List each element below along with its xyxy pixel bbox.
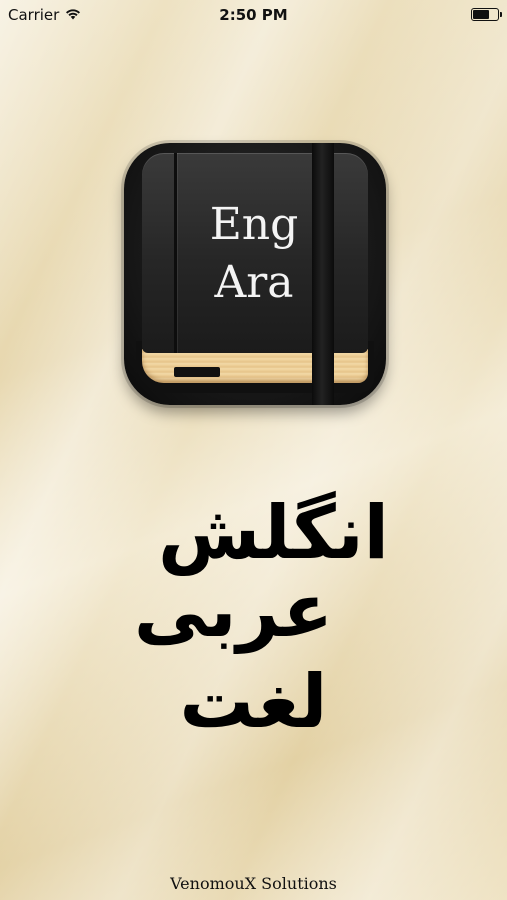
- icon-label-ara: Ara: [214, 257, 294, 308]
- battery-icon: [471, 8, 502, 21]
- dictionary-book-icon: Eng Ara: [124, 143, 386, 405]
- book-spine: [174, 153, 177, 353]
- status-time: 2:50 PM: [219, 6, 288, 24]
- bookmark-ribbon: [174, 367, 220, 377]
- title-line-3: لغت: [179, 659, 328, 746]
- battery-level: [473, 10, 489, 19]
- app-title: انگلش عربی لغت: [0, 490, 507, 746]
- developer-credit: VenomouX Solutions: [170, 874, 337, 893]
- status-bar: Carrier 2:50 PM: [0, 0, 507, 30]
- icon-label-eng: Eng: [209, 199, 299, 250]
- title-line-1: انگلش: [158, 490, 389, 576]
- book-pages: [142, 349, 368, 383]
- book-elastic-strap: [312, 143, 334, 405]
- title-line-2: عربی: [133, 567, 334, 654]
